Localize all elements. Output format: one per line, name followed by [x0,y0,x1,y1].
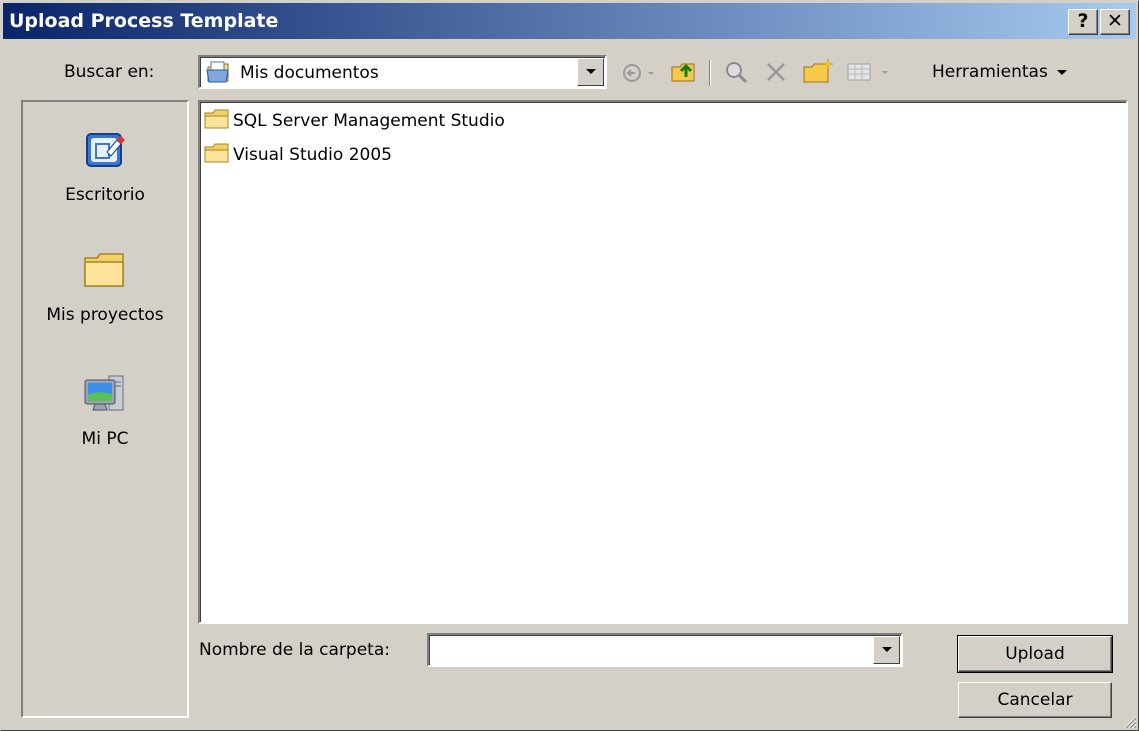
folder-name-field[interactable] [427,633,903,667]
back-icon[interactable] [620,60,660,86]
place-my-projects[interactable]: Mis proyectos [23,246,187,325]
folder-name-label: Nombre de la carpeta: [199,640,390,660]
toolbar-separator [709,60,711,86]
place-desktop[interactable]: Escritorio [23,126,187,205]
chevron-down-icon [1057,69,1068,75]
place-label: Escritorio [65,185,145,205]
upload-button[interactable]: Upload [957,635,1113,673]
file-list[interactable]: SQL Server Management Studio Visual Stud… [198,100,1128,624]
folder-icon [204,109,230,134]
title-bar: Upload Process Template ? ✕ [3,3,1136,39]
new-folder-icon[interactable] [800,56,836,86]
delete-icon[interactable] [760,58,792,86]
look-in-value: Mis documentos [240,63,379,83]
place-label: Mi PC [81,429,129,449]
list-item[interactable]: Visual Studio 2005 [204,143,392,167]
file-name: SQL Server Management Studio [233,111,505,131]
computer-icon [23,370,187,423]
places-bar: Escritorio Mis proyectos Mi PC [21,100,189,718]
search-web-icon[interactable] [720,58,752,86]
folder-icon [204,143,230,168]
tools-menu-label: Herramientas [932,62,1048,82]
views-icon[interactable] [844,58,896,86]
list-item[interactable]: SQL Server Management Studio [204,109,505,133]
tools-menu[interactable]: Herramientas [932,62,1068,82]
place-my-computer[interactable]: Mi PC [23,370,187,449]
close-button[interactable]: ✕ [1100,9,1130,35]
window-title: Upload Process Template [9,10,279,32]
documents-folder-icon [206,61,230,88]
cancel-button[interactable]: Cancelar [958,682,1112,718]
chevron-down-icon[interactable] [577,58,604,86]
look-in-dropdown[interactable]: Mis documentos [198,55,607,89]
chevron-down-icon[interactable] [873,636,900,664]
help-button[interactable]: ? [1068,9,1098,35]
desktop-icon [23,126,187,179]
folder-icon [23,246,187,299]
file-name: Visual Studio 2005 [233,145,392,165]
place-label: Mis proyectos [46,305,164,325]
up-folder-icon[interactable] [668,58,700,86]
resize-grip-icon[interactable] [1123,715,1137,729]
look-in-label: Buscar en: [64,62,155,82]
